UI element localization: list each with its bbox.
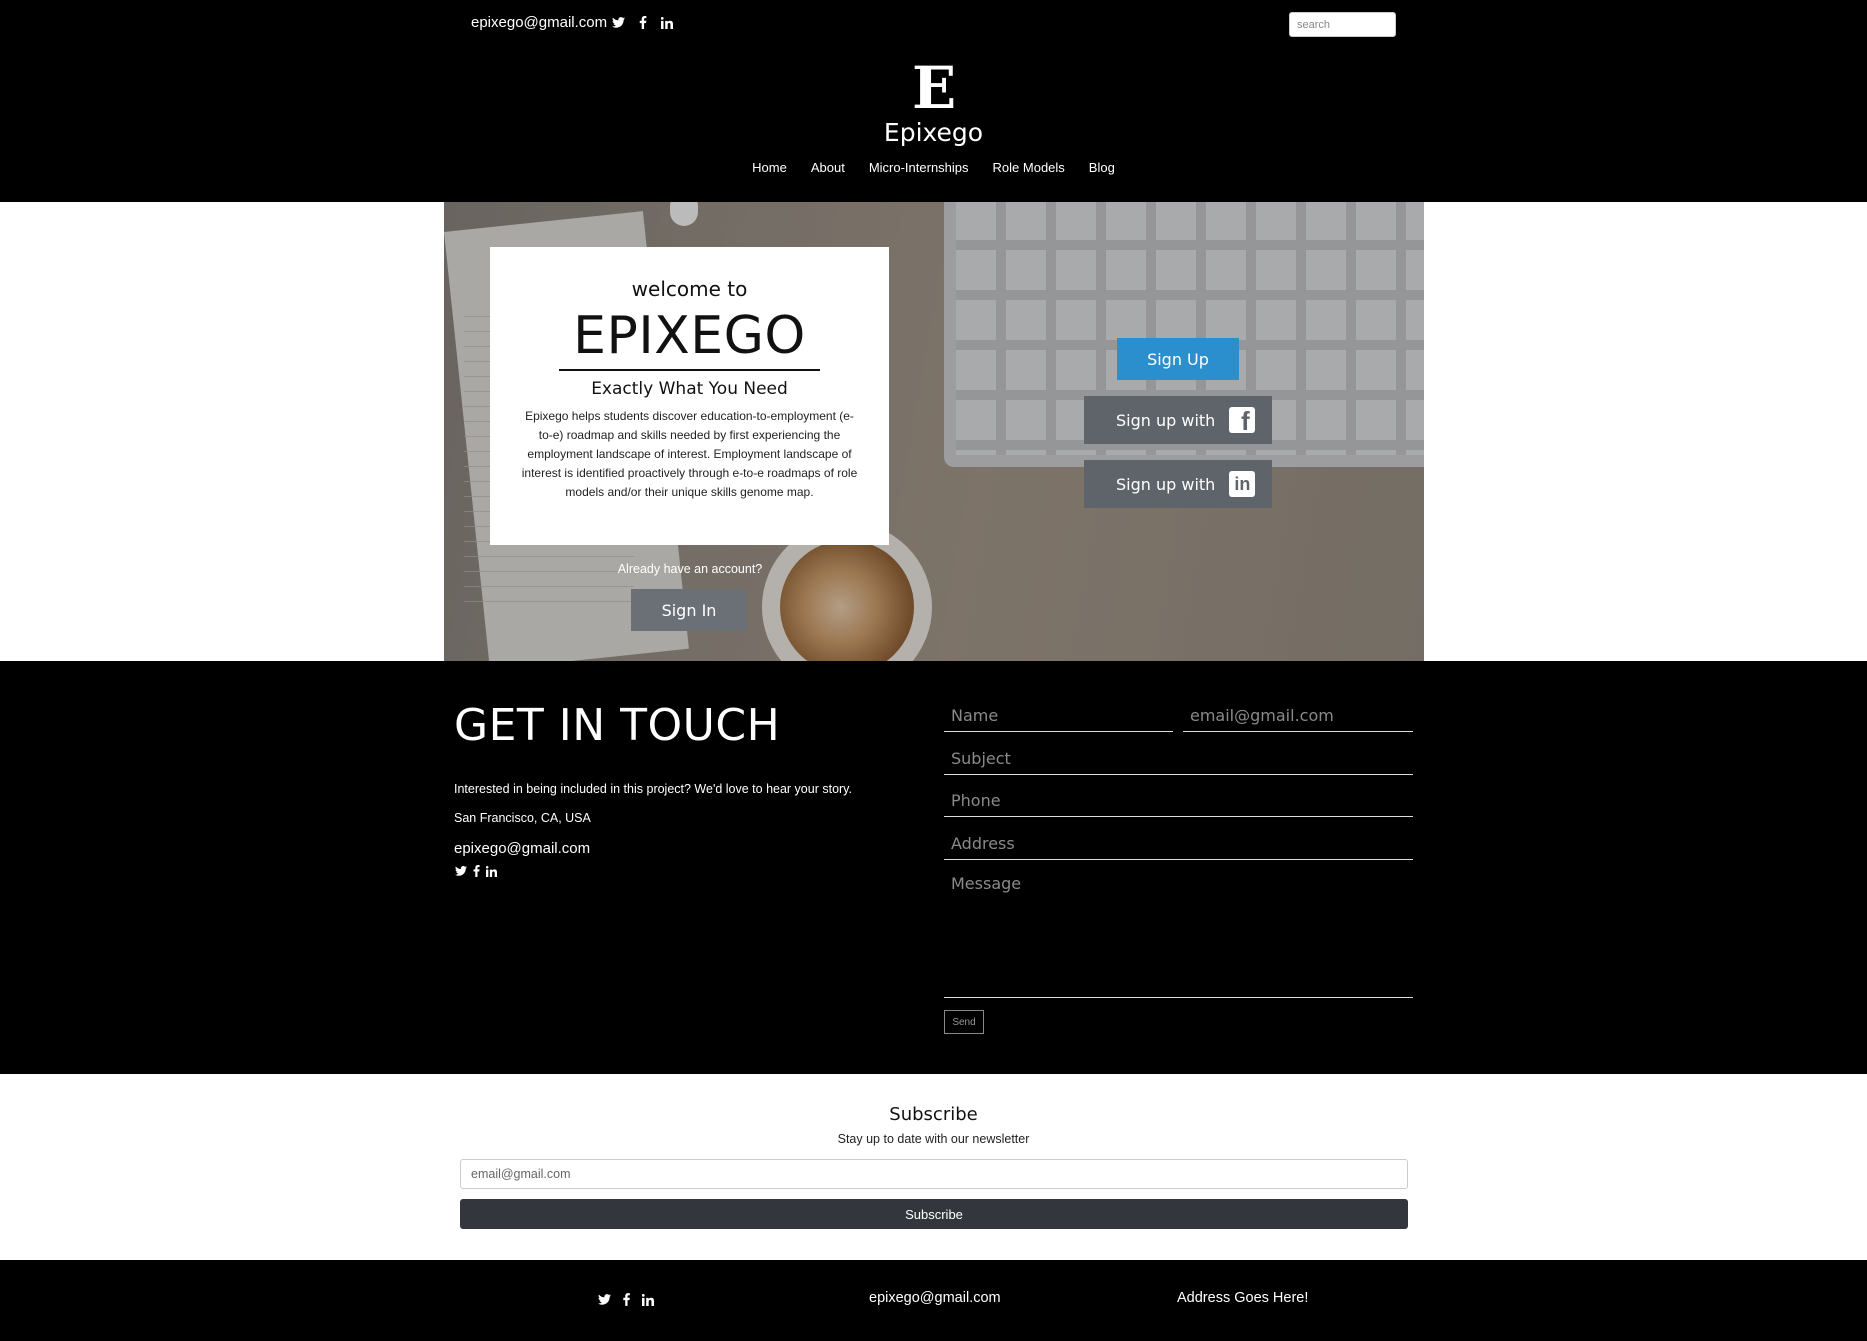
twitter-icon[interactable] xyxy=(612,17,625,28)
send-button[interactable]: Send xyxy=(944,1010,984,1034)
facebook-icon: f xyxy=(1229,407,1256,434)
facebook-icon[interactable] xyxy=(473,865,480,877)
sign-up-linkedin-button[interactable]: Sign up with in xyxy=(1084,460,1272,508)
nav-blog[interactable]: Blog xyxy=(1077,160,1127,175)
sign-up-linkedin-label: Sign up with xyxy=(1116,474,1216,494)
subscribe-title: Subscribe xyxy=(889,1104,978,1125)
nav-about[interactable]: About xyxy=(799,160,857,175)
linkedin-icon[interactable] xyxy=(661,16,673,29)
subscribe-button[interactable]: Subscribe xyxy=(460,1199,1408,1229)
contact-socials xyxy=(455,865,497,877)
search-input[interactable] xyxy=(1289,12,1396,37)
name-field[interactable] xyxy=(944,700,1173,732)
main-nav: Home About Micro-Internships Role Models… xyxy=(0,160,1867,175)
subscribe-subtitle: Stay up to date with our newsletter xyxy=(837,1132,1030,1146)
subscribe-email-input[interactable] xyxy=(460,1159,1408,1189)
welcome-description: Epixego helps students discover educatio… xyxy=(521,409,858,499)
facebook-icon[interactable] xyxy=(623,1293,630,1306)
footer-address: Address Goes Here! xyxy=(1177,1290,1309,1306)
facebook-icon[interactable] xyxy=(639,16,647,29)
contact-title: GET IN TOUCH xyxy=(454,700,781,751)
nav-role-models[interactable]: Role Models xyxy=(981,160,1077,175)
linkedin-icon[interactable] xyxy=(642,1293,654,1306)
sign-up-facebook-button[interactable]: Sign up with f xyxy=(1084,396,1272,444)
sign-up-button[interactable]: Sign Up xyxy=(1117,338,1239,380)
twitter-icon[interactable] xyxy=(598,1294,611,1305)
footer-socials xyxy=(598,1293,654,1306)
message-field[interactable] xyxy=(944,870,1413,998)
subject-field[interactable] xyxy=(944,743,1413,775)
brand-logo[interactable]: E xyxy=(912,58,956,118)
phone-field[interactable] xyxy=(944,785,1413,817)
welcome-card: welcome to EPIXEGO Exactly What You Need… xyxy=(490,247,889,545)
welcome-pretitle: welcome to xyxy=(631,277,748,301)
welcome-title: EPIXEGO xyxy=(559,307,820,371)
already-account-text: Already have an account? xyxy=(617,562,763,576)
linkedin-icon[interactable] xyxy=(486,865,497,877)
brand-name[interactable]: Epixego xyxy=(0,118,1867,147)
contact-email[interactable]: epixego@gmail.com xyxy=(454,840,590,857)
nav-micro-internships[interactable]: Micro-Internships xyxy=(857,160,981,175)
top-bar: epixego@gmail.com xyxy=(0,0,1867,48)
address-field[interactable] xyxy=(944,828,1413,860)
email-field[interactable] xyxy=(1183,700,1413,732)
sign-up-facebook-label: Sign up with xyxy=(1116,410,1216,430)
topbar-socials xyxy=(612,16,673,29)
linkedin-icon: in xyxy=(1229,471,1256,497)
sign-in-button[interactable]: Sign In xyxy=(631,589,747,631)
twitter-icon[interactable] xyxy=(455,866,467,876)
topbar-email[interactable]: epixego@gmail.com xyxy=(471,14,607,31)
nav-home[interactable]: Home xyxy=(740,160,799,175)
footer-email[interactable]: epixego@gmail.com xyxy=(869,1290,1001,1306)
contact-location: San Francisco, CA, USA xyxy=(454,811,591,825)
welcome-tagline: Exactly What You Need xyxy=(591,379,788,399)
contact-text: Interested in being included in this pro… xyxy=(454,782,852,796)
